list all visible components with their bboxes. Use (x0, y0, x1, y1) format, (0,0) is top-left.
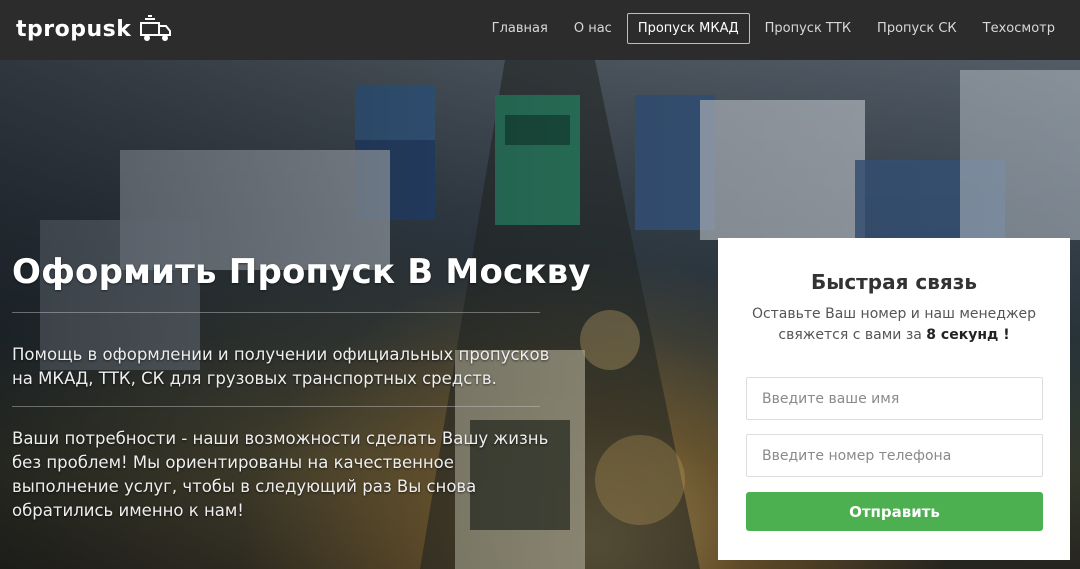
hero-divider-bottom (12, 406, 540, 407)
hero-divider-top (12, 312, 540, 313)
nav-mkad-pass[interactable]: Пропуск МКАД (626, 13, 750, 44)
nav-ttk-pass[interactable]: Пропуск ТТК (754, 13, 862, 44)
top-navbar: tpropusk Главная О нас Пропуск МКАД Проп… (0, 0, 1080, 60)
site-logo[interactable]: tpropusk (16, 14, 173, 44)
name-input[interactable] (746, 377, 1043, 420)
form-subtitle-highlight: 8 секунд ! (926, 327, 1010, 343)
nav-home[interactable]: Главная (481, 13, 559, 44)
form-subtitle: Оставьте Ваш номер и наш менеджер свяжет… (738, 304, 1050, 346)
hero-description: Помощь в оформлении и получении официаль… (12, 345, 550, 388)
main-nav: Главная О нас Пропуск МКАД Пропуск ТТК П… (481, 13, 1066, 44)
submit-button[interactable]: Отправить (746, 492, 1043, 531)
nav-inspection[interactable]: Техосмотр (972, 13, 1066, 44)
hero-title: Оформить Пропуск В Москву (12, 252, 591, 292)
nav-about[interactable]: О нас (563, 13, 623, 44)
truck-icon (140, 15, 172, 41)
phone-input[interactable] (746, 434, 1043, 477)
hero-mission-text: Ваши потребности - наши возможности сдел… (12, 429, 549, 520)
quick-contact-form: Быстрая связь Оставьте Ваш номер и наш м… (718, 238, 1070, 560)
logo-text: tpropusk (16, 16, 132, 42)
form-title: Быстрая связь (810, 270, 977, 294)
nav-sk-pass[interactable]: Пропуск СК (866, 13, 968, 44)
